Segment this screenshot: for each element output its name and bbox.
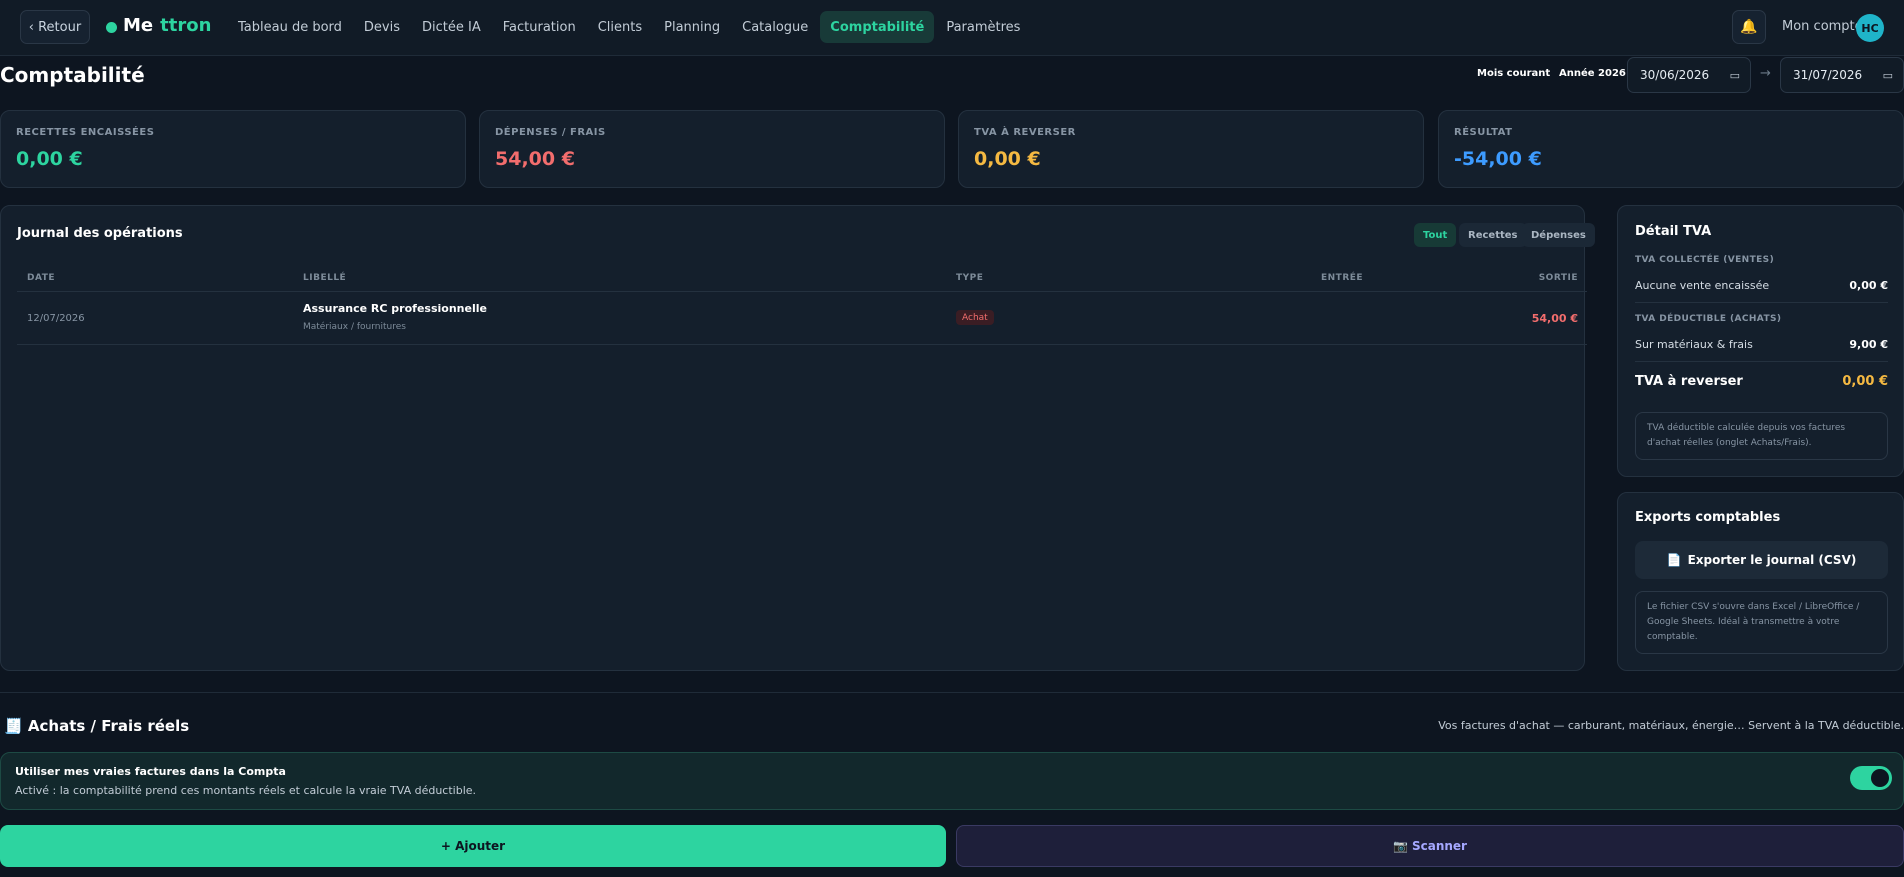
tva-panel: Détail TVA TVA COLLECTÉE (VENTES) Aucune… bbox=[1617, 205, 1904, 477]
filter-recettes[interactable]: Recettes bbox=[1459, 223, 1527, 247]
nav-planning[interactable]: Planning bbox=[654, 11, 730, 43]
top-navigation: ‹ Retour Me ttron Tableau de bord Devis D… bbox=[0, 0, 1904, 56]
real-invoices-toggle-card: Utiliser mes vraies factures dans la Com… bbox=[0, 752, 1904, 810]
tva-deductible-line: Sur matériaux & frais 9,00 € bbox=[1635, 338, 1888, 351]
row-label: Assurance RC professionnelle bbox=[303, 302, 487, 315]
calendar-icon[interactable]: ▭ bbox=[1883, 69, 1893, 82]
page-title: Comptabilité bbox=[0, 63, 145, 87]
logo-text-part2: ttron bbox=[160, 15, 212, 36]
date-arrow: → bbox=[1760, 66, 1771, 81]
tva-total: TVA à reverser 0,00 € bbox=[1635, 374, 1888, 389]
period-month-button[interactable]: Mois courant bbox=[1477, 68, 1550, 79]
nav-tableau-de-bord[interactable]: Tableau de bord bbox=[228, 11, 352, 43]
period-year-button[interactable]: Année 2026 bbox=[1559, 68, 1626, 79]
achats-title: 🧾 Achats / Frais réels bbox=[4, 717, 189, 735]
type-badge: Achat bbox=[956, 310, 994, 325]
nav-links: Tableau de bord Devis Dictée IA Facturat… bbox=[228, 11, 1030, 43]
tva-collected-line: Aucune vente encaissée 0,00 € bbox=[1635, 279, 1888, 292]
exports-title: Exports comptables bbox=[1635, 510, 1781, 525]
col-date: DATE bbox=[27, 273, 56, 283]
col-libelle: LIBELLÉ bbox=[303, 273, 347, 283]
row-category: Matériaux / fournitures bbox=[303, 322, 406, 332]
tva-note: TVA déductible calculée depuis vos factu… bbox=[1635, 412, 1888, 460]
stat-label: TVA À REVERSER bbox=[974, 127, 1076, 138]
col-type: TYPE bbox=[956, 273, 984, 283]
stat-card-depenses: DÉPENSES / FRAIS 54,00 € bbox=[479, 110, 945, 188]
date-to-value: 31/07/2026 bbox=[1793, 68, 1863, 82]
nav-clients[interactable]: Clients bbox=[588, 11, 652, 43]
export-csv-label: Exporter le journal (CSV) bbox=[1687, 553, 1857, 567]
tva-collected-label: TVA COLLECTÉE (VENTES) bbox=[1635, 255, 1775, 265]
section-divider bbox=[0, 692, 1904, 693]
tva-collected-text: Aucune vente encaissée bbox=[1635, 279, 1770, 292]
journal-title: Journal des opérations bbox=[17, 226, 183, 241]
date-from-value: 30/06/2026 bbox=[1640, 68, 1710, 82]
avatar[interactable]: HC bbox=[1856, 14, 1884, 42]
stat-label: DÉPENSES / FRAIS bbox=[495, 127, 606, 138]
table-header: DATE LIBELLÉ TYPE ENTRÉE SORTIE bbox=[17, 266, 1587, 292]
stat-value: 54,00 € bbox=[495, 148, 575, 170]
nav-parametres[interactable]: Paramètres bbox=[936, 11, 1030, 43]
stat-card-tva: TVA À REVERSER 0,00 € bbox=[958, 110, 1424, 188]
scan-button[interactable]: 📷 Scanner bbox=[956, 825, 1904, 867]
exports-note: Le fichier CSV s'ouvre dans Excel / Libr… bbox=[1635, 591, 1888, 654]
nav-dictee-ia[interactable]: Dictée IA bbox=[412, 11, 491, 43]
divider bbox=[1635, 302, 1888, 303]
table-row[interactable]: 12/07/2026 Assurance RC professionnelle … bbox=[17, 293, 1587, 345]
col-sortie: SORTIE bbox=[1538, 273, 1578, 283]
date-to-input[interactable]: 31/07/2026 ▭ bbox=[1780, 57, 1904, 93]
logo-text-part1: Me bbox=[123, 15, 154, 36]
stat-label: RÉSULTAT bbox=[1454, 127, 1513, 138]
achats-description: Vos factures d'achat — carburant, matéri… bbox=[1438, 719, 1904, 732]
journal-panel: Journal des opérations Tout Recettes Dép… bbox=[0, 205, 1595, 671]
filter-tout[interactable]: Tout bbox=[1414, 223, 1457, 247]
tva-title: Détail TVA bbox=[1635, 224, 1712, 239]
divider bbox=[1635, 361, 1888, 362]
scan-label: Scanner bbox=[1411, 839, 1467, 853]
tva-total-label: TVA à reverser bbox=[1635, 374, 1743, 389]
nav-devis[interactable]: Devis bbox=[354, 11, 410, 43]
stat-card-recettes: RECETTES ENCAISSÉES 0,00 € bbox=[0, 110, 466, 188]
export-csv-button[interactable]: 📄 Exporter le journal (CSV) bbox=[1635, 541, 1888, 579]
bell-icon[interactable]: 🔔 bbox=[1732, 10, 1766, 44]
add-button[interactable]: + Ajouter bbox=[0, 825, 946, 867]
stat-label: RECETTES ENCAISSÉES bbox=[16, 127, 155, 138]
receipt-icon: 🧾 bbox=[4, 717, 23, 735]
document-icon: 📄 bbox=[1666, 553, 1682, 567]
tva-total-amount: 0,00 € bbox=[1842, 374, 1888, 389]
tva-deductible-amount: 9,00 € bbox=[1849, 338, 1888, 351]
toggle-title: Utiliser mes vraies factures dans la Com… bbox=[15, 765, 286, 778]
nav-catalogue[interactable]: Catalogue bbox=[732, 11, 818, 43]
filter-depenses[interactable]: Dépenses bbox=[1522, 223, 1595, 247]
stat-value: 0,00 € bbox=[974, 148, 1041, 170]
tva-deductible-text: Sur matériaux & frais bbox=[1635, 338, 1753, 351]
stat-card-resultat: RÉSULTAT -54,00 € bbox=[1438, 110, 1904, 188]
nav-facturation[interactable]: Facturation bbox=[493, 11, 586, 43]
account-link[interactable]: Mon compte bbox=[1782, 19, 1863, 34]
logo[interactable]: Me ttron bbox=[123, 15, 211, 36]
camera-icon: 📷 bbox=[1393, 839, 1408, 853]
back-button[interactable]: ‹ Retour bbox=[20, 10, 90, 44]
calendar-icon[interactable]: ▭ bbox=[1730, 69, 1740, 82]
switch-knob bbox=[1871, 769, 1889, 787]
col-entree: ENTRÉE bbox=[1321, 273, 1364, 283]
row-date: 12/07/2026 bbox=[27, 313, 85, 324]
date-from-input[interactable]: 30/06/2026 ▭ bbox=[1627, 57, 1751, 93]
row-out-amount: 54,00 € bbox=[1531, 312, 1578, 325]
stat-value: 0,00 € bbox=[16, 148, 83, 170]
real-invoices-switch[interactable] bbox=[1850, 766, 1892, 790]
logo-dot-icon bbox=[106, 22, 117, 33]
achats-title-text: Achats / Frais réels bbox=[27, 717, 190, 735]
nav-comptabilite[interactable]: Comptabilité bbox=[820, 11, 935, 43]
exports-panel: Exports comptables 📄 Exporter le journal… bbox=[1617, 492, 1904, 671]
tva-deductible-label: TVA DÉDUCTIBLE (ACHATS) bbox=[1635, 314, 1782, 324]
toggle-description: Activé : la comptabilité prend ces monta… bbox=[15, 784, 477, 797]
stat-value: -54,00 € bbox=[1454, 148, 1542, 170]
tva-collected-amount: 0,00 € bbox=[1849, 279, 1888, 292]
